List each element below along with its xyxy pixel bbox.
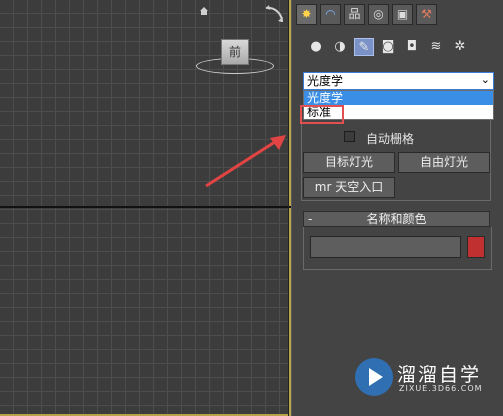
systems-icon: ✲ bbox=[454, 39, 466, 54]
grid-horizontal-axis bbox=[0, 206, 291, 208]
tab-display[interactable]: ▣ bbox=[392, 4, 413, 25]
chevron-down-icon[interactable]: ⌄ bbox=[481, 72, 490, 88]
mr-sky-portal-button[interactable]: mr 天空入口 bbox=[303, 177, 395, 198]
watermark-brand: 溜溜自学 bbox=[397, 364, 482, 386]
name-color-rollout-header[interactable]: - 名称和颜色 bbox=[303, 211, 490, 227]
monitor-icon: ▣ bbox=[396, 7, 409, 21]
annotation-highlight-box bbox=[300, 105, 344, 124]
category-helpers[interactable]: ◘ bbox=[402, 38, 422, 56]
category-shapes[interactable]: ◑ bbox=[330, 38, 350, 56]
category-cameras[interactable]: ◙ bbox=[378, 38, 398, 56]
hammer-icon: ⚒ bbox=[421, 7, 432, 21]
viewport[interactable]: 前 bbox=[0, 0, 291, 416]
rollout-title: 名称和颜色 bbox=[366, 212, 427, 226]
tab-utilities[interactable]: ⚒ bbox=[416, 4, 437, 25]
viewcube[interactable]: 前 bbox=[196, 36, 276, 78]
tab-modify[interactable]: ◠ bbox=[320, 4, 341, 25]
geometry-sphere-icon: ● bbox=[310, 39, 322, 54]
rollout-toggle[interactable]: - bbox=[308, 212, 312, 226]
annotation-arrow bbox=[205, 135, 286, 188]
object-name-field[interactable] bbox=[310, 236, 461, 258]
play-logo-icon bbox=[355, 358, 393, 396]
target-light-button[interactable]: 目标灯光 bbox=[303, 152, 395, 173]
curve-icon: ◠ bbox=[325, 7, 336, 21]
hierarchy-icon: 品 bbox=[348, 7, 361, 21]
watermark: 溜溜自学 ZIXUE.3D66.COM bbox=[355, 354, 503, 404]
autogrid-checkbox[interactable] bbox=[344, 131, 355, 142]
tab-create[interactable]: ✸ bbox=[296, 4, 317, 25]
helpers-icon: ◘ bbox=[406, 39, 418, 54]
object-color-swatch[interactable] bbox=[467, 236, 485, 258]
shapes-icon: ◑ bbox=[334, 39, 346, 54]
autogrid-label: 自动栅格 bbox=[366, 132, 415, 146]
home-icon[interactable] bbox=[199, 6, 209, 16]
tab-hierarchy[interactable]: 品 bbox=[344, 4, 365, 25]
option-photometric[interactable]: 光度学 bbox=[304, 91, 493, 105]
category-spacewarps[interactable]: ≋ bbox=[426, 38, 446, 56]
orbit-icon[interactable] bbox=[262, 2, 286, 26]
tab-motion[interactable]: ◎ bbox=[368, 4, 389, 25]
watermark-url: ZIXUE.3D66.COM bbox=[399, 384, 483, 393]
category-lights[interactable]: ✎ bbox=[354, 38, 374, 56]
category-geometry[interactable]: ● bbox=[306, 38, 326, 56]
viewport-separator bbox=[288, 0, 289, 416]
light-type-dropdown[interactable]: 光度学 ⌄ bbox=[303, 72, 494, 90]
dropdown-selected-value: 光度学 bbox=[307, 74, 344, 88]
motion-icon: ◎ bbox=[373, 7, 384, 21]
sun-star-icon: ✸ bbox=[301, 7, 312, 21]
viewcube-front-face[interactable]: 前 bbox=[221, 39, 249, 65]
camera-icon: ◙ bbox=[381, 39, 395, 54]
spacewarps-icon: ≋ bbox=[430, 39, 442, 54]
category-systems[interactable]: ✲ bbox=[450, 38, 470, 56]
lights-icon: ✎ bbox=[358, 40, 370, 55]
free-light-button[interactable]: 自由灯光 bbox=[398, 152, 490, 173]
